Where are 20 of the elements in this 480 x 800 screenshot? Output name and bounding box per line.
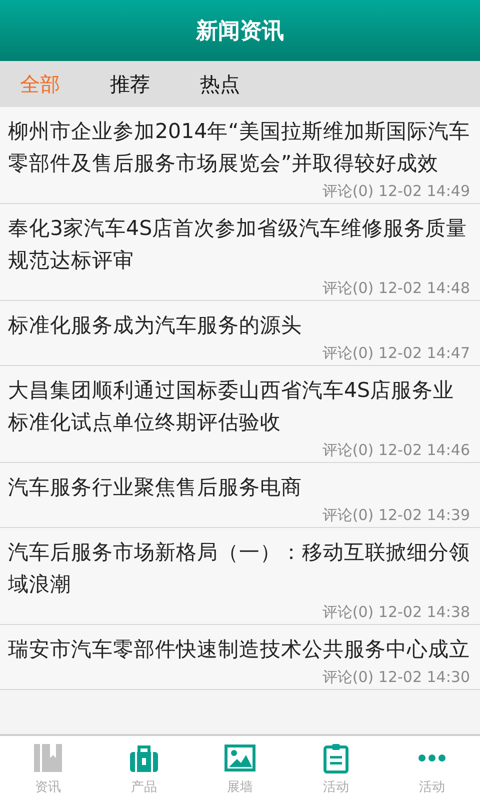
news-title: 标准化服务成为汽车服务的源头: [8, 312, 303, 339]
news-title: 奉化3家汽车4S店首次参加省级汽车维修服务质量规范达标评审: [8, 215, 468, 274]
tab[interactable]: 推荐: [110, 70, 150, 98]
tab[interactable]: 热点: [200, 70, 240, 98]
news-title: 瑞安市汽车零部件快速制造技术公共服务中心成立: [8, 636, 470, 663]
news-meta: 评论(0) 12-02 14:39: [322, 505, 470, 525]
image-icon: [224, 742, 256, 774]
news-meta: 评论(0) 12-02 14:38: [322, 602, 470, 622]
book-icon: [32, 742, 64, 774]
news-meta: 评论(0) 12-02 14:30: [322, 667, 470, 687]
news-meta: 评论(0) 12-02 14:49: [322, 181, 470, 201]
news-title: 大昌集团顺利通过国标委山西省汽车4S店服务业标准化试点单位终期评估验收: [8, 377, 456, 436]
news-title: 汽车服务行业聚焦售后服务电商: [8, 474, 303, 501]
news-title: 柳州市企业参加2014年“美国拉斯维加斯国际汽车零部件及售后服务市场展览会”并取得较好成效: [8, 118, 470, 177]
news-meta: 评论(0) 12-02 14:47: [322, 343, 470, 363]
more-icon: [416, 754, 448, 762]
news-meta: 评论(0) 12-02 14:48: [322, 278, 470, 298]
page-title: 新闻资讯: [196, 18, 284, 46]
news-meta: 评论(0) 12-02 14:46: [322, 440, 470, 460]
news-title: 汽车后服务市场新格局（一）：移动互联掀细分领域浪潮: [8, 539, 470, 598]
